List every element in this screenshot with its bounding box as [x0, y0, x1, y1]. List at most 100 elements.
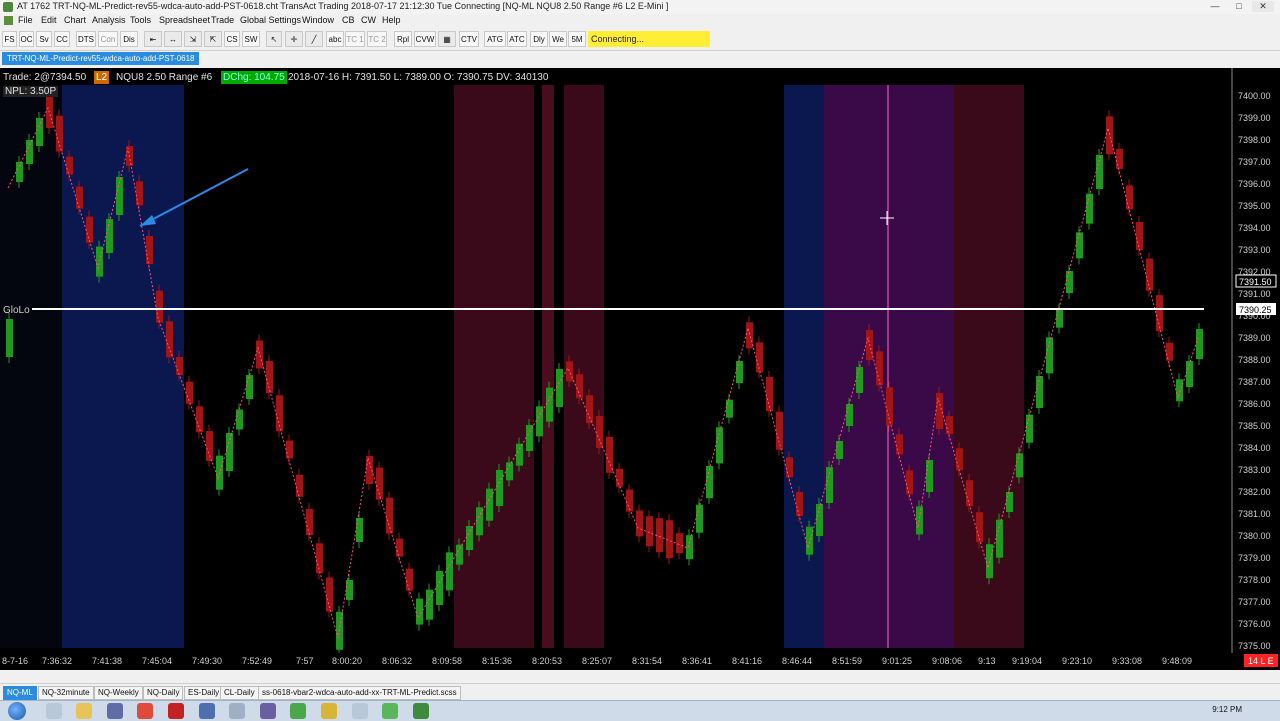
atc-button[interactable]: ATC: [507, 31, 527, 47]
menu-chart[interactable]: Chart: [64, 15, 86, 25]
minimize-button[interactable]: —: [1204, 1, 1226, 12]
cs-button[interactable]: CS: [224, 31, 240, 47]
candle-bar: [806, 526, 813, 555]
menu-edit[interactable]: Edit: [41, 15, 57, 25]
oc-button[interactable]: OC: [19, 31, 34, 47]
menu-cw[interactable]: CW: [361, 15, 376, 25]
fs-button[interactable]: FS: [2, 31, 17, 47]
tab-es-daily[interactable]: ES-Daily: [184, 686, 224, 700]
tab-nq-32minute[interactable]: NQ-32minute: [38, 686, 94, 700]
grid-icon[interactable]: ▦: [438, 31, 456, 47]
maximize-button[interactable]: □: [1228, 1, 1250, 12]
shade-blue-region: [784, 85, 824, 648]
5m-button[interactable]: 5M: [568, 31, 586, 47]
zoom-width-icon[interactable]: ↔: [164, 31, 182, 47]
sw-button[interactable]: SW: [242, 31, 260, 47]
price-tick-label: 7386.00: [1238, 399, 1271, 409]
menu-spreadsheet[interactable]: Spreadsheet: [159, 15, 210, 25]
tc2-button[interactable]: TC 2: [367, 31, 387, 47]
con-button[interactable]: Con: [98, 31, 118, 47]
tc1-button[interactable]: TC 1: [345, 31, 365, 47]
pdf-icon[interactable]: [168, 703, 184, 719]
candle-bar: [406, 568, 413, 591]
time-axis[interactable]: 8-7-16 7:36:32 7:41:38 7:45:04 7:49:30 7:52:4…: [0, 653, 1280, 668]
ctv-button[interactable]: CTV: [459, 31, 479, 47]
menu-file[interactable]: File: [18, 15, 33, 25]
menu-global-settings[interactable]: Global Settings: [240, 15, 301, 25]
candle-bar: [66, 156, 73, 175]
folder-icon[interactable]: [76, 703, 92, 719]
symbol-info: NQU8 2.50 Range #6: [116, 72, 213, 83]
current-price-1: 7391.50: [1239, 277, 1272, 287]
shade-red-region: [542, 85, 554, 648]
tab-nq-weekly[interactable]: NQ-Weekly: [94, 686, 143, 700]
horizontal-scrollbar[interactable]: [0, 670, 1280, 682]
price-tick-label: 7377.00: [1238, 597, 1271, 607]
menu-help[interactable]: Help: [382, 15, 401, 25]
taskbar-app-icon[interactable]: [321, 703, 337, 719]
price-tick-label: 7399.00: [1238, 113, 1271, 123]
text-tool-button[interactable]: abc: [326, 31, 344, 47]
expand-icon[interactable]: ⇱: [204, 31, 222, 47]
chart-area[interactable]: GloLo 7400.00 7399.00 7398.00 7397.00 7396.0…: [0, 68, 1280, 670]
taskbar-app-icon[interactable]: [290, 703, 306, 719]
candle-bar: [316, 543, 323, 574]
taskbar-app-icon[interactable]: [413, 703, 429, 719]
start-button-icon[interactable]: [8, 702, 26, 720]
taskbar-app-icon[interactable]: [352, 703, 368, 719]
taskbar-app-icon[interactable]: [46, 703, 62, 719]
time-tick-label: 9:23:10: [1062, 656, 1092, 666]
dis-button[interactable]: Dis: [120, 31, 138, 47]
tab-spreadsheet[interactable]: ss-0618-vbar2-wdca-auto-add-xx-TRT-ML-Pr…: [258, 686, 461, 700]
menu-tools[interactable]: Tools: [130, 15, 151, 25]
cvw-button[interactable]: CVW: [414, 31, 436, 47]
crosshair-icon[interactable]: ✛: [285, 31, 303, 47]
candle-bar: [676, 533, 683, 554]
zoom-fit-icon[interactable]: ⇤: [144, 31, 162, 47]
atg-button[interactable]: ATG: [484, 31, 506, 47]
candle-bar: [546, 387, 553, 422]
taskbar-app-icon[interactable]: [229, 703, 245, 719]
price-chart[interactable]: GloLo 7400.00 7399.00 7398.00 7397.00 7396.0…: [0, 68, 1280, 670]
candle-bar: [846, 404, 853, 426]
taskbar-app-icon[interactable]: [382, 703, 398, 719]
menu-app-icon: [4, 16, 13, 25]
dly-button[interactable]: Dly: [530, 31, 548, 47]
candle-bar: [1056, 309, 1063, 328]
tab-nq-daily[interactable]: NQ-Daily: [143, 686, 184, 700]
chart-tab[interactable]: TRT-NQ-ML-Predict-rev55-wdca-auto-add-PS…: [2, 52, 200, 65]
menu-trade[interactable]: Trade: [211, 15, 234, 25]
chrome-icon[interactable]: [137, 703, 153, 719]
candle-bar: [436, 571, 443, 605]
time-tick-label: 8:46:44: [782, 656, 812, 666]
menu-window[interactable]: Window: [302, 15, 334, 25]
sv-button[interactable]: Sv: [36, 31, 52, 47]
settings-icon[interactable]: [199, 703, 215, 719]
candle-bar: [516, 443, 523, 466]
time-tick-label: 8:25:07: [582, 656, 612, 666]
candle-bar: [756, 342, 763, 373]
dts-button[interactable]: DTS: [76, 31, 96, 47]
tab-nq-ml[interactable]: NQ-ML: [3, 686, 37, 700]
time-tick-label: 8:51:59: [832, 656, 862, 666]
shade-purple-region: [824, 85, 954, 648]
taskbar-app-icon[interactable]: [260, 703, 276, 719]
line-tool-icon[interactable]: ╱: [305, 31, 323, 47]
menu-analysis[interactable]: Analysis: [92, 15, 126, 25]
window-title: AT 1762 TRT-NQ-ML-Predict-rev55-wdca-aut…: [17, 1, 669, 11]
pointer-icon[interactable]: ↖: [266, 31, 282, 47]
rpl-button[interactable]: Rpl: [394, 31, 412, 47]
menu-cb[interactable]: CB: [342, 15, 355, 25]
taskbar-app-icon[interactable]: [107, 703, 123, 719]
time-tick-label: 8:06:32: [382, 656, 412, 666]
tab-cl-daily[interactable]: CL-Daily: [220, 686, 259, 700]
close-button[interactable]: ✕: [1252, 1, 1274, 12]
npl-info: NPL: 3.50P: [3, 86, 59, 97]
we-button[interactable]: We: [549, 31, 567, 47]
cc-button[interactable]: CC: [54, 31, 70, 47]
candle-bar: [636, 510, 643, 537]
candle-bar: [1136, 222, 1143, 250]
compress-icon[interactable]: ⇲: [184, 31, 202, 47]
candle-bar: [486, 488, 493, 521]
candle-bar: [856, 367, 863, 393]
